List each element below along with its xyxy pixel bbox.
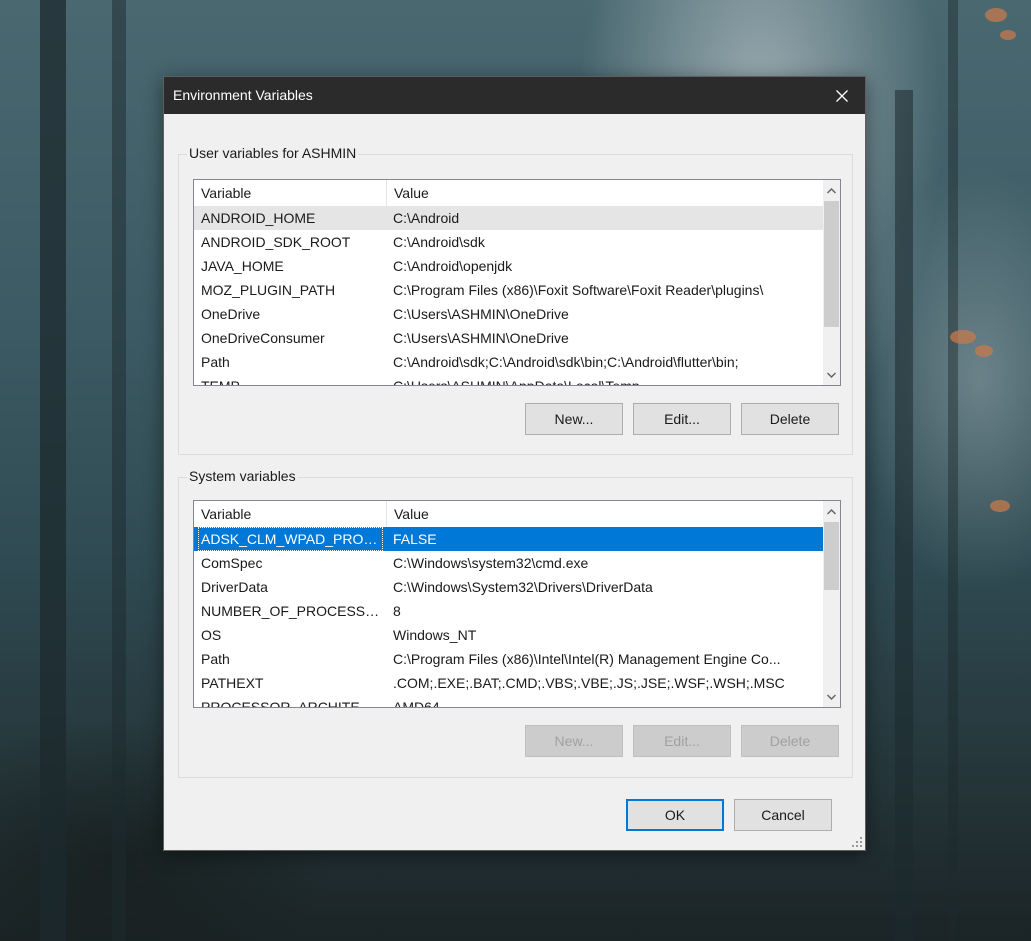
column-header-value[interactable]: Value bbox=[394, 506, 429, 522]
variable-cell: MOZ_PLUGIN_PATH bbox=[201, 282, 336, 298]
user-variables-group: User variables for ASHMIN Variable Value… bbox=[178, 145, 853, 455]
window-title: Environment Variables bbox=[173, 87, 313, 103]
variable-cell: OS bbox=[201, 627, 222, 643]
variable-cell: DriverData bbox=[201, 579, 268, 595]
variable-cell: PROCESSOR_ARCHITECTU... bbox=[201, 699, 383, 707]
variable-cell: OneDriveConsumer bbox=[201, 330, 325, 346]
table-row-selected[interactable]: ADSK_CLM_WPAD_PROXY... FALSE bbox=[194, 527, 823, 551]
table-row[interactable]: PROCESSOR_ARCHITECTU... AMD64 bbox=[194, 695, 823, 707]
user-new-button[interactable]: New... bbox=[525, 403, 623, 435]
table-row[interactable]: ANDROID_SDK_ROOT C:\Android\sdk bbox=[194, 230, 823, 254]
table-row[interactable]: OneDriveConsumer C:\Users\ASHMIN\OneDrive bbox=[194, 326, 823, 350]
variable-cell: ANDROID_SDK_ROOT bbox=[201, 234, 351, 250]
table-row[interactable]: NUMBER_OF_PROCESSORS 8 bbox=[194, 599, 823, 623]
variable-cell: ADSK_CLM_WPAD_PROXY... bbox=[198, 527, 383, 551]
value-cell: C:\Windows\System32\Drivers\DriverData bbox=[393, 579, 653, 595]
title-bar[interactable]: Environment Variables bbox=[164, 77, 865, 114]
column-header-value[interactable]: Value bbox=[394, 185, 429, 201]
value-cell: C:\Program Files (x86)\Intel\Intel(R) Ma… bbox=[393, 651, 781, 667]
variable-cell: Path bbox=[201, 651, 230, 667]
table-row[interactable]: MOZ_PLUGIN_PATH C:\Program Files (x86)\Fo… bbox=[194, 278, 823, 302]
table-row[interactable]: ANDROID_HOME C:\Android bbox=[194, 206, 823, 230]
close-button[interactable] bbox=[819, 77, 865, 114]
value-cell: C:\Android\openjdk bbox=[393, 258, 513, 274]
scroll-up-button[interactable] bbox=[823, 503, 840, 520]
user-list-rows: ANDROID_HOME C:\Android ANDROID_SDK_ROOT C… bbox=[194, 206, 823, 385]
table-row[interactable]: OS Windows_NT bbox=[194, 623, 823, 647]
table-row[interactable]: Path C:\Android\sdk;C:\Android\sdk\bin;C:… bbox=[194, 350, 823, 374]
column-header-variable[interactable]: Variable bbox=[201, 185, 251, 201]
ok-button[interactable]: OK bbox=[626, 799, 724, 831]
user-delete-button[interactable]: Delete bbox=[741, 403, 839, 435]
system-variables-list[interactable]: Variable Value ADSK_CLM_WPAD_PROXY... FAL… bbox=[193, 500, 841, 708]
scroll-up-button[interactable] bbox=[823, 182, 840, 199]
variable-cell: ANDROID_HOME bbox=[201, 210, 316, 226]
variable-cell: Path bbox=[201, 354, 230, 370]
close-icon bbox=[836, 89, 848, 102]
variable-cell: JAVA_HOME bbox=[201, 258, 284, 274]
value-cell: 8 bbox=[393, 603, 401, 619]
value-cell: C:\Android\sdk bbox=[393, 234, 485, 250]
variable-cell: ComSpec bbox=[201, 555, 263, 571]
user-variables-label: User variables for ASHMIN bbox=[187, 145, 359, 161]
value-cell: C:\Users\ASHMIN\OneDrive bbox=[393, 330, 569, 346]
system-variables-group: System variables Variable Value ADSK_CLM… bbox=[178, 468, 853, 778]
variable-cell: PATHEXT bbox=[201, 675, 264, 691]
scroll-up-icon bbox=[827, 508, 836, 514]
value-cell: C:\Android bbox=[393, 210, 460, 226]
scroll-thumb[interactable] bbox=[824, 522, 839, 590]
table-row[interactable]: TEMP C:\Users\ASHMIN\AppData\Local\Temp bbox=[194, 374, 823, 385]
scroll-thumb[interactable] bbox=[824, 201, 839, 327]
system-list-rows: ADSK_CLM_WPAD_PROXY... FALSE ComSpec C:\Wi… bbox=[194, 527, 823, 707]
value-cell: Windows_NT bbox=[393, 627, 477, 643]
user-edit-button[interactable]: Edit... bbox=[633, 403, 731, 435]
value-cell: C:\Android\sdk;C:\Android\sdk\bin;C:\And… bbox=[393, 354, 739, 370]
table-row[interactable]: ComSpec C:\Windows\system32\cmd.exe bbox=[194, 551, 823, 575]
system-edit-button: Edit... bbox=[633, 725, 731, 757]
environment-variables-dialog: Environment Variables User variables for… bbox=[163, 76, 866, 851]
user-list-header: Variable Value bbox=[194, 180, 823, 206]
scroll-down-icon bbox=[827, 372, 836, 378]
table-row[interactable]: JAVA_HOME C:\Android\openjdk bbox=[194, 254, 823, 278]
scroll-down-button[interactable] bbox=[823, 366, 840, 383]
user-variables-list[interactable]: Variable Value ANDROID_HOME C:\Android AN… bbox=[193, 179, 841, 386]
table-row[interactable]: OneDrive C:\Users\ASHMIN\OneDrive bbox=[194, 302, 823, 326]
value-cell: AMD64 bbox=[393, 699, 440, 707]
variable-cell: NUMBER_OF_PROCESSORS bbox=[201, 603, 383, 619]
value-cell: .COM;.EXE;.BAT;.CMD;.VBS;.VBE;.JS;.JSE;.… bbox=[393, 675, 785, 691]
scroll-down-icon bbox=[827, 694, 836, 700]
scroll-up-icon bbox=[827, 187, 836, 193]
value-cell: C:\Windows\system32\cmd.exe bbox=[393, 555, 589, 571]
column-divider[interactable] bbox=[386, 501, 387, 527]
value-cell: C:\Users\ASHMIN\AppData\Local\Temp bbox=[393, 374, 813, 385]
variable-cell: OneDrive bbox=[201, 306, 261, 322]
column-header-variable[interactable]: Variable bbox=[201, 506, 251, 522]
system-list-header: Variable Value bbox=[194, 501, 823, 527]
resize-grip-icon[interactable] bbox=[851, 836, 863, 848]
value-cell: C:\Users\ASHMIN\OneDrive bbox=[393, 306, 569, 322]
system-delete-button: Delete bbox=[741, 725, 839, 757]
table-row[interactable]: Path C:\Program Files (x86)\Intel\Intel(R… bbox=[194, 647, 823, 671]
system-list-scrollbar[interactable] bbox=[823, 501, 840, 707]
system-new-button: New... bbox=[525, 725, 623, 757]
scroll-down-button[interactable] bbox=[823, 688, 840, 705]
system-variables-label: System variables bbox=[187, 468, 298, 484]
value-cell: C:\Program Files (x86)\Foxit Software\Fo… bbox=[393, 282, 764, 298]
variable-cell: TEMP bbox=[198, 374, 383, 385]
user-list-scrollbar[interactable] bbox=[823, 180, 840, 385]
value-cell: FALSE bbox=[393, 531, 437, 547]
cancel-button[interactable]: Cancel bbox=[734, 799, 832, 831]
table-row[interactable]: DriverData C:\Windows\System32\Drivers\Dr… bbox=[194, 575, 823, 599]
column-divider[interactable] bbox=[386, 180, 387, 206]
table-row[interactable]: PATHEXT .COM;.EXE;.BAT;.CMD;.VBS;.VBE;.JS… bbox=[194, 671, 823, 695]
